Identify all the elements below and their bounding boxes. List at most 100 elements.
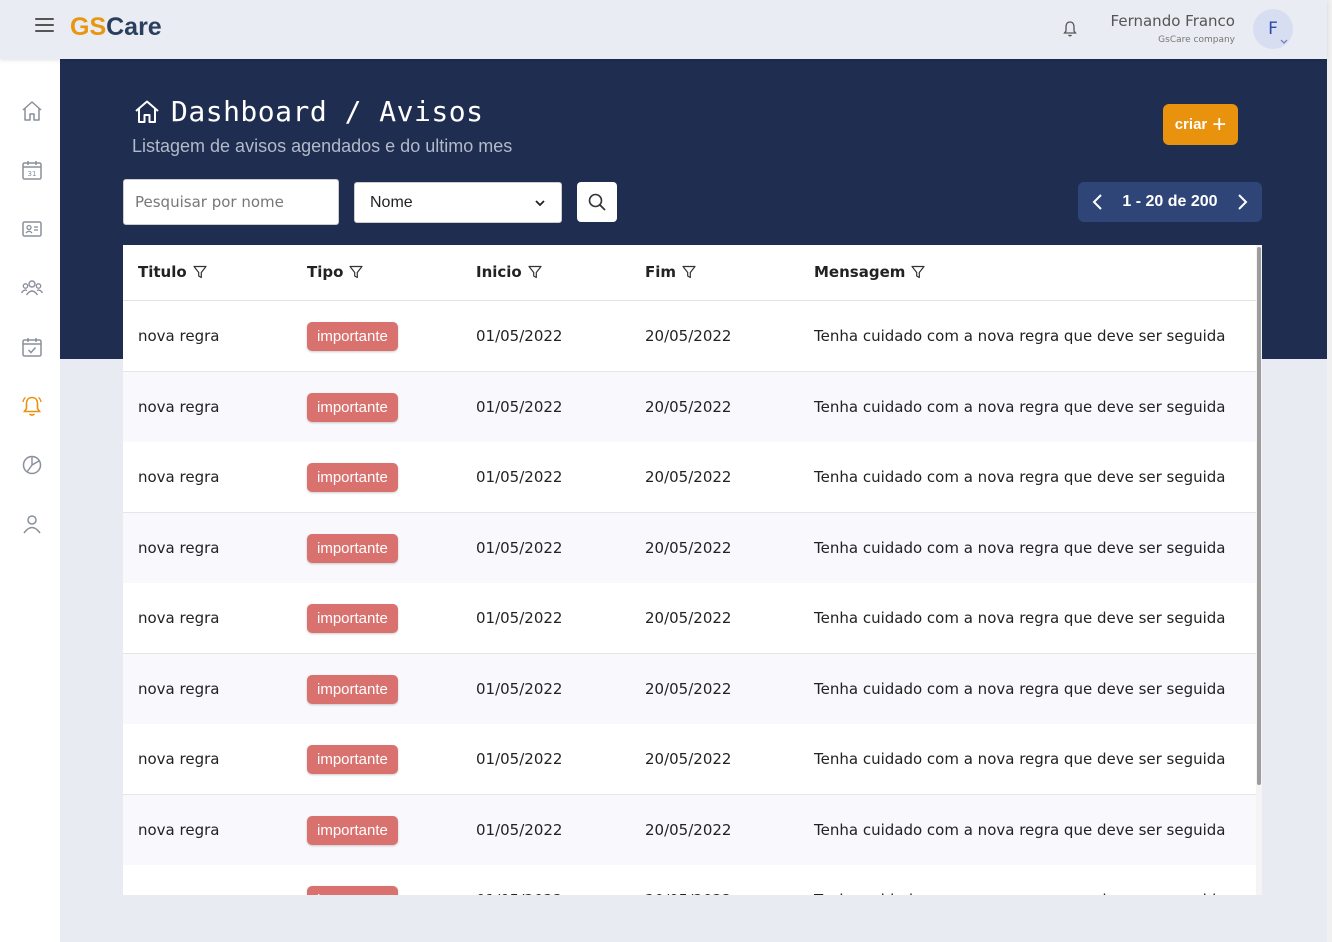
bell-icon[interactable]: [20, 394, 44, 418]
column-header-inicio[interactable]: Inicio: [476, 263, 542, 281]
chevron-down-icon: [535, 199, 545, 206]
search-icon: [588, 193, 606, 211]
home-icon[interactable]: [20, 99, 44, 123]
page-title: Dashboard / Avisos: [171, 95, 484, 128]
scrollbar-thumb[interactable]: [1257, 247, 1261, 785]
column-header-mensagem[interactable]: Mensagem: [814, 263, 925, 281]
calendar-icon[interactable]: 31: [20, 158, 44, 182]
table-row[interactable]: nova regra importante 01/05/2022 20/05/2…: [123, 795, 1256, 866]
logo-gs: GS: [70, 13, 107, 41]
id-card-icon[interactable]: [20, 217, 44, 241]
table-row[interactable]: nova regra importante 01/05/2022 20/05/2…: [123, 513, 1256, 584]
cell-fim: 20/05/2022: [645, 327, 732, 345]
page-scrollbar[interactable]: [1327, 0, 1332, 942]
users-icon[interactable]: [20, 276, 44, 300]
logo-care: Care: [106, 13, 162, 41]
table-row[interactable]: nova regra importante 01/05/2022 20/05/2…: [123, 442, 1256, 513]
user-name[interactable]: Fernando Franco: [1111, 12, 1235, 30]
cell-inicio: 01/05/2022: [476, 539, 563, 557]
cell-titulo: nova regra: [138, 750, 220, 768]
cell-inicio: 01/05/2022: [476, 750, 563, 768]
cell-tipo: importante: [307, 513, 398, 583]
cell-fim: 20/05/2022: [645, 398, 732, 416]
type-badge: importante: [307, 321, 398, 351]
home-icon[interactable]: [133, 98, 161, 126]
filter-icon[interactable]: [911, 265, 925, 279]
cell-tipo: importante: [307, 865, 398, 895]
column-header-tipo[interactable]: Tipo: [307, 263, 364, 281]
cell-inicio: 01/05/2022: [476, 609, 563, 627]
breadcrumb: Dashboard / Avisos: [133, 95, 483, 128]
type-badge: importante: [307, 603, 398, 633]
chevron-left-icon[interactable]: [1090, 193, 1106, 211]
table-row[interactable]: nova regra importante 01/05/2022 20/05/2…: [123, 372, 1256, 443]
avisos-table: Titulo Tipo Inicio Fim Mensagem nova reg…: [123, 245, 1262, 895]
column-header-fim[interactable]: Fim: [645, 263, 696, 281]
type-badge: importante: [307, 533, 398, 563]
user-icon[interactable]: [20, 512, 44, 536]
calendar-check-icon[interactable]: [20, 335, 44, 359]
chevron-right-icon[interactable]: [1234, 193, 1250, 211]
hamburger-menu-icon[interactable]: [35, 18, 54, 34]
table-row[interactable]: nova regra importante 01/05/2022 20/05/2…: [123, 724, 1256, 795]
cell-tipo: importante: [307, 795, 398, 865]
cell-tipo: importante: [307, 301, 398, 371]
cell-mensagem: Tenha cuidado com a nova regra que deve …: [814, 539, 1226, 557]
cell-mensagem: Tenha cuidado com a nova regra que deve …: [814, 750, 1226, 768]
filter-icon[interactable]: [528, 265, 542, 279]
cell-mensagem: Tenha cuidado com a nova regra que deve …: [814, 398, 1226, 416]
cell-tipo: importante: [307, 372, 398, 442]
cell-titulo: nova regra: [138, 327, 220, 345]
table-row[interactable]: nova regra importante 01/05/2022 20/05/2…: [123, 865, 1256, 895]
type-badge: importante: [307, 392, 398, 422]
table-row[interactable]: nova regra importante 01/05/2022 20/05/2…: [123, 301, 1256, 372]
column-label: Fim: [645, 263, 677, 281]
cell-tipo: importante: [307, 724, 398, 794]
filter-icon[interactable]: [349, 265, 364, 279]
create-button-label: criar: [1174, 116, 1208, 133]
select-value: Nome: [370, 193, 413, 211]
filter-icon[interactable]: [682, 265, 696, 279]
type-badge: importante: [307, 674, 398, 704]
column-header-titulo[interactable]: Titulo: [138, 263, 207, 281]
cell-fim: 20/05/2022: [645, 821, 732, 839]
pie-chart-icon[interactable]: [20, 453, 44, 477]
create-button[interactable]: criar +: [1163, 104, 1238, 145]
cell-fim: 20/05/2022: [645, 680, 732, 698]
cell-titulo: nova regra: [138, 821, 220, 839]
cell-titulo: nova regra: [138, 609, 220, 627]
cell-fim: 20/05/2022: [645, 750, 732, 768]
cell-mensagem: Tenha cuidado com a nova regra que deve …: [814, 821, 1226, 839]
cell-inicio: 01/05/2022: [476, 865, 562, 895]
logo[interactable]: GSCare: [70, 13, 162, 42]
table-header: Titulo Tipo Inicio Fim Mensagem: [123, 245, 1256, 301]
type-badge: importante: [307, 815, 398, 845]
cell-titulo: nova regra: [138, 539, 220, 557]
notification-bell-icon[interactable]: [1062, 20, 1078, 38]
cell-fim: 20/05/2022: [645, 468, 732, 486]
filter-icon[interactable]: [193, 265, 207, 279]
top-bar: GSCare Fernando Franco GsCare company F: [0, 0, 1327, 59]
cell-mensagem: Tenha cuidado com a nova regra que deve …: [814, 865, 1226, 895]
cell-titulo: nova regra: [138, 398, 220, 416]
cell-inicio: 01/05/2022: [476, 398, 563, 416]
cell-mensagem: Tenha cuidado com a nova regra que deve …: [814, 468, 1226, 486]
sidebar: 31: [0, 59, 60, 942]
page-subtitle: Listagem de avisos agendados e do ultimo…: [132, 136, 513, 156]
search-field-select[interactable]: Nome: [354, 182, 562, 223]
pagination: 1 - 20 de 200: [1078, 182, 1262, 222]
table-scrollbar[interactable]: [1256, 245, 1262, 895]
table-row[interactable]: nova regra importante 01/05/2022 20/05/2…: [123, 654, 1256, 725]
search-input[interactable]: [123, 179, 339, 225]
plus-icon: +: [1212, 110, 1227, 138]
cell-titulo: nova regra: [138, 680, 220, 698]
column-label: Tipo: [307, 263, 344, 281]
cell-fim: 20/05/2022: [645, 609, 732, 627]
table-row[interactable]: nova regra importante 01/05/2022 20/05/2…: [123, 583, 1256, 654]
cell-tipo: importante: [307, 442, 398, 512]
cell-titulo: nova regra: [138, 468, 220, 486]
cell-mensagem: Tenha cuidado com a nova regra que deve …: [814, 327, 1226, 345]
pagination-label: 1 - 20 de 200: [1122, 193, 1218, 210]
chevron-down-icon[interactable]: [1279, 36, 1289, 46]
search-button[interactable]: [577, 182, 617, 222]
